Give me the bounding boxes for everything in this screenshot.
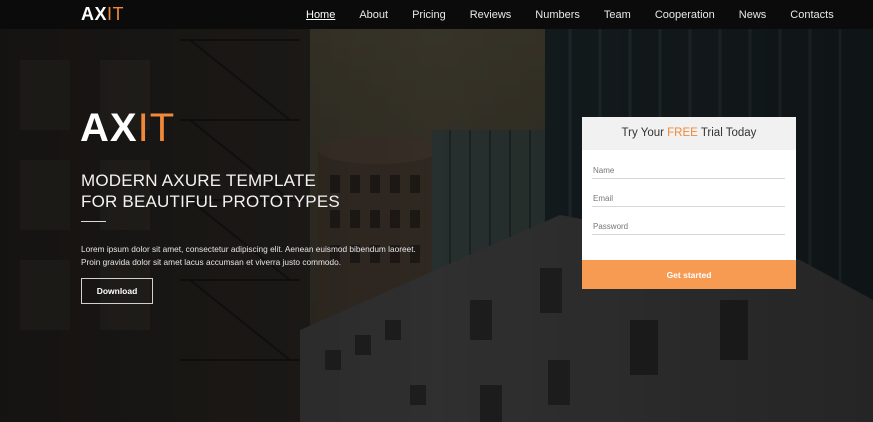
hero-brand-accent: IT — [137, 106, 176, 150]
get-started-button[interactable]: Get started — [582, 260, 796, 289]
trial-title-free: FREE — [667, 127, 698, 139]
site-logo[interactable]: AXIT — [81, 4, 124, 25]
nav-item-team[interactable]: Team — [604, 9, 631, 21]
hero-title-line-2: FOR BEAUTIFUL PROTOTYPES — [81, 192, 340, 211]
trial-card-title: Try Your FREE Trial Today — [582, 117, 796, 150]
nav-item-cooperation[interactable]: Cooperation — [655, 9, 715, 21]
trial-title-before: Try Your — [621, 127, 668, 139]
logo-accent: IT — [107, 4, 125, 24]
download-button[interactable]: Download — [81, 278, 153, 304]
top-navbar: AXIT Home About Pricing Reviews Numbers … — [0, 0, 873, 29]
trial-signup-card: Try Your FREE Trial Today Get started — [582, 117, 796, 289]
nav-item-reviews[interactable]: Reviews — [470, 9, 512, 21]
trial-title-after: Trial Today — [697, 127, 757, 139]
main-nav: Home About Pricing Reviews Numbers Team … — [306, 0, 834, 29]
hero-divider — [81, 221, 106, 222]
nav-item-numbers[interactable]: Numbers — [535, 9, 580, 21]
hero-description-line-1: Lorem ipsum dolor sit amet, consectetur … — [81, 244, 416, 254]
hero-brand-main: AX — [80, 106, 138, 150]
hero-description: Lorem ipsum dolor sit amet, consectetur … — [81, 243, 441, 268]
hero-title: MODERN AXURE TEMPLATE FOR BEAUTIFUL PROT… — [81, 170, 411, 212]
name-field[interactable] — [592, 165, 785, 179]
hero-description-line-2: Proin gravida dolor sit amet lacus accum… — [81, 256, 342, 267]
nav-item-about[interactable]: About — [359, 9, 388, 21]
nav-item-pricing[interactable]: Pricing — [412, 9, 446, 21]
nav-item-news[interactable]: News — [739, 9, 767, 21]
nav-item-contacts[interactable]: Contacts — [790, 9, 833, 21]
email-field[interactable] — [592, 193, 785, 207]
hero-brand-title: AXIT — [80, 108, 175, 148]
logo-main: AX — [81, 4, 108, 24]
password-field[interactable] — [592, 221, 785, 235]
nav-item-home[interactable]: Home — [306, 9, 335, 21]
hero-title-line-1: MODERN AXURE TEMPLATE — [81, 171, 317, 190]
